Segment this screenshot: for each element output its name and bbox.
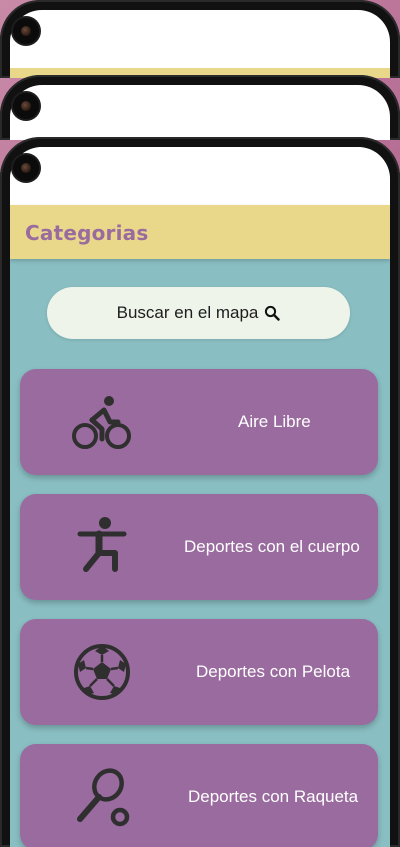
status-area bbox=[10, 147, 390, 205]
tennis-racket-icon bbox=[70, 767, 134, 827]
page-title: Categorias bbox=[25, 221, 149, 245]
cyclist-icon bbox=[70, 392, 134, 452]
app-bar: Categorias bbox=[10, 205, 390, 259]
phone-frame-middle bbox=[0, 75, 400, 140]
front-camera-icon bbox=[13, 93, 39, 119]
search-map-label: Buscar en el mapa bbox=[116, 303, 259, 322]
search-map-button[interactable]: Buscar en el mapa bbox=[47, 287, 350, 339]
app-screen: Categorias Buscar en el mapa Aire Libre … bbox=[10, 147, 390, 847]
category-label: Aire Libre bbox=[238, 412, 311, 431]
category-label: Deportes con Pelota bbox=[196, 662, 351, 681]
phone-frame-front: Categorias Buscar en el mapa Aire Libre … bbox=[0, 137, 400, 847]
category-card-aire-libre[interactable]: Aire Libre bbox=[20, 369, 378, 475]
front-camera-icon bbox=[13, 18, 39, 44]
category-label: Deportes con el cuerpo bbox=[184, 537, 360, 556]
screen-middle bbox=[10, 85, 390, 140]
search-icon bbox=[264, 305, 281, 321]
category-card-deportes-pelota[interactable]: Deportes con Pelota bbox=[20, 619, 378, 725]
category-card-deportes-cuerpo[interactable]: Deportes con el cuerpo bbox=[20, 494, 378, 600]
soccer-ball-icon bbox=[70, 642, 134, 702]
front-camera-icon bbox=[13, 155, 39, 181]
category-card-deportes-raqueta[interactable]: Deportes con Raqueta bbox=[20, 744, 378, 847]
category-label: Deportes con Raqueta bbox=[188, 787, 359, 806]
phone-frame-back bbox=[0, 0, 400, 78]
body-exercise-icon bbox=[70, 517, 134, 577]
screen-back bbox=[10, 10, 390, 78]
